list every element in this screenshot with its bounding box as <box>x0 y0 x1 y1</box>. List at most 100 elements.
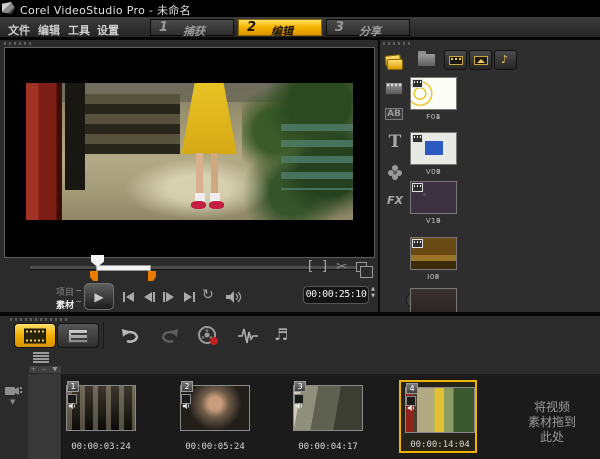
split-clip-button[interactable]: ✂ <box>336 259 348 275</box>
library-panel: AB T FX » ♪ F01 F02 F03 F04 V06 V07 V08 … <box>380 40 600 312</box>
library-thumb[interactable] <box>410 181 457 214</box>
preview-panel: [ ] ✂ 项目 素材 ▶ ↻ 00:00:25:10 ▲ ▼ <box>0 40 378 312</box>
filter-photo-button[interactable] <box>469 50 492 70</box>
video-filter-icon <box>449 56 463 65</box>
scene-icon <box>412 79 423 88</box>
library-thumb[interactable] <box>410 132 457 165</box>
video-track-icon[interactable] <box>5 382 22 394</box>
menubar: 文件 编辑 工具 设置 1 捕获 2 编辑 3 分享 <box>0 17 600 40</box>
sound-mixer-button[interactable] <box>236 325 260 347</box>
prev-frame-button[interactable] <box>140 289 158 305</box>
track-header-tools[interactable]: + − ▼ <box>28 365 62 374</box>
tab-capture-number: 1 <box>159 20 168 35</box>
timecode-spinner[interactable]: ▲ ▼ <box>369 286 377 304</box>
track-collapse-chevron[interactable]: ▼ <box>10 398 15 406</box>
trim-selection[interactable] <box>96 265 151 271</box>
window-title: Corel VideoStudio Pro - 未命名 <box>20 2 191 18</box>
tab-share[interactable]: 3 分享 <box>326 19 410 36</box>
next-frame-button[interactable] <box>160 289 178 305</box>
repeat-button[interactable]: ↻ <box>202 287 214 303</box>
instant-project-icon[interactable] <box>385 82 403 95</box>
timecode-display[interactable]: 00:00:25:10 <box>303 286 369 304</box>
clip-number-badge: 4 <box>406 383 418 394</box>
tab-share-number: 3 <box>335 20 344 35</box>
volume-button[interactable] <box>224 289 242 305</box>
clip-number-badge: 2 <box>181 381 193 392</box>
clip-audio-icon <box>181 394 191 404</box>
track-rail: ▼ <box>0 374 28 459</box>
browse-folder-icon[interactable] <box>418 54 435 66</box>
undo-button[interactable] <box>119 325 143 347</box>
storyboard-clip-1[interactable]: 1 00:00:03:24 <box>62 380 140 453</box>
media-library-icon[interactable] <box>385 55 405 71</box>
trim-end-handle[interactable] <box>148 271 156 281</box>
timeline-panel: ♬ + − ▼ ▼ 1 00:00:03:24 2 <box>0 316 600 459</box>
clip-audio-icon <box>67 394 77 404</box>
panel-drag-handle[interactable] <box>4 42 32 45</box>
redo-button[interactable] <box>157 325 181 347</box>
thumb-label: V09 <box>410 168 457 176</box>
clip-number-badge: 3 <box>294 381 306 392</box>
record-capture-button[interactable] <box>196 325 220 347</box>
library-thumb[interactable] <box>410 77 457 110</box>
mark-in-button[interactable]: [ <box>308 259 313 274</box>
clip-duration: 00:00:04:17 <box>289 442 367 452</box>
library-nav-strip: AB T FX <box>380 46 410 312</box>
filter-icon[interactable]: FX <box>385 194 405 207</box>
clip-audio-icon <box>294 394 304 404</box>
tab-share-label: 分享 <box>359 23 381 39</box>
timeline-icon <box>68 329 88 343</box>
tab-capture[interactable]: 1 捕获 <box>150 19 234 36</box>
clip-duration: 00:00:03:24 <box>62 442 140 452</box>
play-button[interactable]: ▶ <box>84 283 114 310</box>
library-gallery: ♪ F01 F02 F03 F04 V06 V07 V08 V09 V16 V1… <box>410 40 600 312</box>
filter-audio-button[interactable]: ♪ <box>494 50 517 70</box>
thumb-label: V19 <box>410 217 457 225</box>
audio-filter-icon: ♪ <box>501 53 508 66</box>
thumb-label: F04 <box>410 113 457 121</box>
menu-tools[interactable]: 工具 <box>68 22 90 38</box>
app-window: Corel VideoStudio Pro - 未命名 文件 编辑 工具 设置 … <box>0 0 600 459</box>
timecode-spin-up[interactable]: ▲ <box>369 286 377 293</box>
mode-project-label[interactable]: 项目 <box>48 285 74 298</box>
timeline-drag-handle[interactable] <box>10 318 70 321</box>
track-header-column[interactable] <box>28 374 62 459</box>
storyboard-clip-3[interactable]: 3 00:00:04:17 <box>289 380 367 453</box>
title-icon[interactable]: T <box>385 132 405 152</box>
timecode-spin-down[interactable]: ▼ <box>369 293 377 300</box>
photo-filter-icon <box>474 56 488 65</box>
mode-clip-label[interactable]: 素材 <box>48 298 74 311</box>
thumb-label: I08 <box>410 273 457 281</box>
app-icon <box>2 2 15 14</box>
go-end-button[interactable] <box>180 289 198 305</box>
enlarge-preview-button[interactable] <box>356 262 367 272</box>
track-manager-icon[interactable] <box>33 352 49 364</box>
clip-duration: 00:00:14:04 <box>401 440 479 450</box>
preview-video-content <box>26 83 353 220</box>
timeline-view-button[interactable] <box>57 323 99 348</box>
library-drag-handle[interactable] <box>383 42 413 45</box>
scene-icon <box>412 134 423 143</box>
menu-settings[interactable]: 设置 <box>97 22 119 38</box>
clip-number-badge: 1 <box>67 381 79 392</box>
clip-audio-icon <box>406 396 416 406</box>
mark-out-button[interactable]: ] <box>322 259 327 274</box>
menu-edit[interactable]: 编辑 <box>38 22 60 38</box>
library-thumb[interactable] <box>410 288 457 312</box>
filter-video-button[interactable] <box>444 50 467 70</box>
transition-icon[interactable]: AB <box>385 108 403 120</box>
tab-capture-label: 捕获 <box>183 23 205 39</box>
storyboard-view-button[interactable] <box>14 323 56 348</box>
auto-music-button[interactable]: ♬ <box>274 325 298 347</box>
clip-duration: 00:00:05:24 <box>176 442 254 452</box>
storyboard-clip-4-selected[interactable]: 4 00:00:14:04 <box>399 380 477 453</box>
graphic-icon[interactable] <box>387 164 403 180</box>
trim-start-handle[interactable] <box>90 271 98 281</box>
menu-file[interactable]: 文件 <box>8 22 30 38</box>
tab-edit-label: 编辑 <box>271 23 293 39</box>
scene-icon <box>412 239 423 248</box>
go-start-button[interactable] <box>120 289 138 305</box>
tab-edit[interactable]: 2 编辑 <box>238 19 322 36</box>
library-thumb[interactable] <box>410 237 457 270</box>
storyboard-clip-2[interactable]: 2 00:00:05:24 <box>176 380 254 453</box>
